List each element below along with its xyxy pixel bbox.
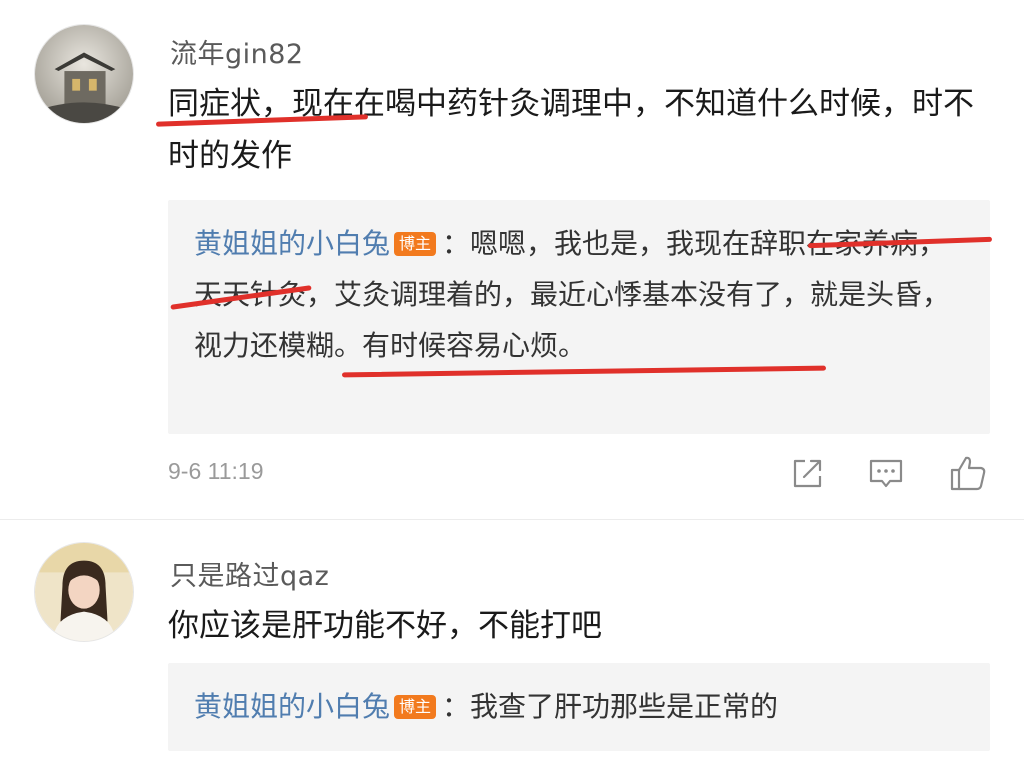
comment-item: 流年gin82 同症状，现在在喝中药针灸调理中，不知道什么时候，时不时的发作 黄… bbox=[0, 0, 1024, 520]
reply-box[interactable]: 黄姐姐的小白兔 博主 ：我查了肝功那些是正常的 bbox=[168, 663, 990, 751]
comment-item: 只是路过qaz 你应该是肝功能不好，不能打吧 黄姐姐的小白兔 博主 ：我查了肝功那些… bbox=[0, 520, 1024, 757]
like-button[interactable] bbox=[948, 453, 988, 493]
reply-box[interactable]: 黄姐姐的小白兔 博主 ：嗯嗯，我也是，我现在辞职在家养病，天天针灸，艾灸调理着的，最… bbox=[168, 200, 990, 434]
blogger-badge: 博主 bbox=[394, 695, 437, 719]
comment-text: 同症状，现在在喝中药针灸调理中，不知道什么时候，时不时的发作 bbox=[168, 86, 974, 174]
username[interactable]: 流年gin82 bbox=[170, 32, 304, 71]
reply-button[interactable] bbox=[866, 453, 906, 493]
avatar[interactable] bbox=[34, 24, 134, 124]
comment-icon bbox=[869, 459, 903, 488]
avatar[interactable] bbox=[34, 542, 134, 642]
reply-content: 黄姐姐的小白兔 博主 ：我查了肝功那些是正常的 bbox=[194, 681, 954, 732]
username[interactable]: 只是路过qaz bbox=[170, 554, 329, 593]
reply-text: ：我查了肝功那些是正常的 bbox=[442, 690, 779, 723]
thumbs-up-icon bbox=[950, 456, 986, 491]
blogger-badge: 博主 bbox=[394, 232, 437, 256]
reply-author[interactable]: 黄姐姐的小白兔 bbox=[194, 227, 390, 260]
comment-list: 流年gin82 同症状，现在在喝中药针灸调理中，不知道什么时候，时不时的发作 黄… bbox=[0, 0, 1024, 757]
avatar-image bbox=[35, 543, 133, 641]
reply-content: 黄姐姐的小白兔 博主 ：嗯嗯，我也是，我现在辞职在家养病，天天针灸，艾灸调理着的，最… bbox=[194, 218, 954, 371]
share-icon bbox=[793, 459, 822, 488]
comment-time: 9-6 11:19 bbox=[168, 458, 264, 484]
reply-author[interactable]: 黄姐姐的小白兔 bbox=[194, 690, 390, 723]
comment-text: 你应该是肝功能不好，不能打吧 bbox=[168, 608, 602, 644]
avatar-image bbox=[35, 25, 133, 123]
share-button[interactable] bbox=[788, 453, 828, 493]
